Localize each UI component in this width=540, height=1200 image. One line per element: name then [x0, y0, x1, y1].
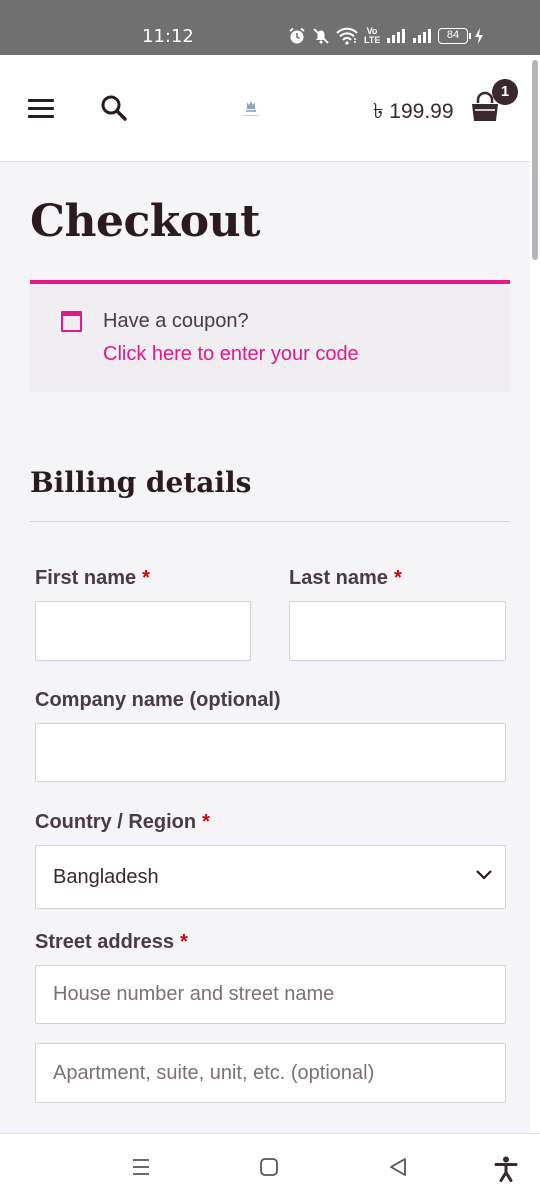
- required-mark: *: [142, 567, 150, 589]
- required-mark: *: [202, 811, 210, 833]
- required-mark: *: [179, 931, 188, 953]
- first-name-label: First name *: [35, 567, 150, 590]
- company-name-label-text: Company name (optional): [35, 689, 281, 711]
- wifi-icon: [336, 27, 358, 45]
- signal-icon-2: [413, 29, 431, 43]
- required-mark: *: [393, 567, 402, 589]
- recent-apps-icon[interactable]: [130, 1156, 152, 1178]
- cart-count-badge: 1: [492, 79, 518, 105]
- alarm-icon: [289, 27, 305, 44]
- store-logo[interactable]: [240, 99, 262, 119]
- battery-icon: 84: [438, 28, 471, 44]
- country-selected-value: Bangladesh: [53, 865, 159, 888]
- page-scrollbar-thumb[interactable]: [532, 60, 538, 260]
- company-name-label: Company name (optional): [35, 689, 281, 712]
- last-name-field[interactable]: [289, 601, 506, 661]
- last-name-label: Last name *: [289, 567, 402, 590]
- battery-level: 84: [446, 29, 460, 41]
- home-icon[interactable]: [258, 1156, 280, 1178]
- mute-icon: [313, 28, 329, 44]
- hamburger-menu-icon[interactable]: [28, 98, 54, 118]
- first-name-label-text: First name: [35, 567, 137, 589]
- street-address-label-text: Street address: [35, 931, 174, 953]
- back-icon[interactable]: [387, 1156, 409, 1178]
- search-icon[interactable]: [100, 94, 128, 122]
- coupon-code-link[interactable]: Click here to enter your code: [103, 343, 359, 366]
- street-line2-placeholder: Apartment, suite, unit, etc. (optional): [53, 1061, 375, 1084]
- charging-icon: [475, 28, 483, 44]
- street-address-line2-field[interactable]: Apartment, suite, unit, etc. (optional): [35, 1043, 506, 1103]
- country-label: Country / Region *: [35, 811, 210, 834]
- company-name-field[interactable]: [35, 723, 506, 782]
- coupon-notice: Have a coupon? Click here to enter your …: [30, 280, 510, 392]
- site-header: ৳ 199.99 1: [0, 55, 530, 162]
- coupon-prompt: Have a coupon?: [103, 310, 249, 332]
- page-title: Checkout: [30, 196, 260, 247]
- coupon-window-icon: [61, 311, 82, 332]
- accessibility-icon[interactable]: [494, 1156, 518, 1182]
- status-icons: Vo LTE 84: [288, 24, 484, 48]
- billing-divider: [30, 521, 510, 522]
- cart-total[interactable]: ৳ 199.99: [373, 95, 454, 130]
- last-name-label-text: Last name: [289, 567, 388, 589]
- chevron-down-icon: [476, 870, 492, 880]
- street-address-label: Street address *: [35, 931, 188, 954]
- billing-title: Billing details: [30, 466, 252, 499]
- street-line1-placeholder: House number and street name: [53, 983, 335, 1005]
- system-nav-bar: [0, 1133, 540, 1200]
- status-time: 11:12: [142, 26, 194, 47]
- first-name-field[interactable]: [35, 601, 251, 661]
- street-address-line1-field[interactable]: House number and street name: [35, 965, 506, 1024]
- volte-label: Vo LTE: [364, 26, 381, 45]
- country-label-text: Country / Region: [35, 811, 197, 833]
- status-bar: 11:12 Vo LTE 84: [0, 0, 540, 55]
- country-select[interactable]: Bangladesh: [35, 845, 506, 909]
- signal-icon-1: [387, 29, 405, 43]
